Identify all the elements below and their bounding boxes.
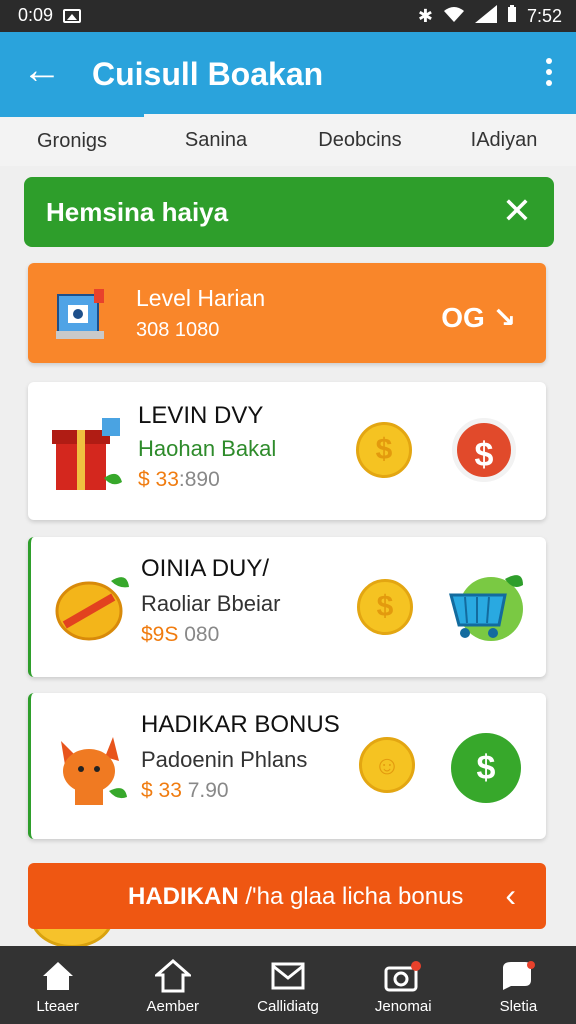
tab-iadiyan[interactable]: IAdiyan — [432, 114, 576, 166]
bonus-promo-bar[interactable]: HADIKAN /'ha glaa licha bonus ‹ — [28, 863, 546, 929]
smiley-coin-icon: ☺ — [359, 737, 415, 793]
card-heading: OINIA DUY/ — [141, 555, 270, 582]
promo-bold: HADIKAN — [128, 883, 239, 910]
coin-icon: $ — [356, 422, 412, 478]
banner-text: Hemsina haiya — [46, 197, 229, 227]
nav-item-aember[interactable]: Aember — [115, 946, 230, 1024]
price-rest: :890 — [178, 468, 220, 491]
bluetooth-icon: ✱ — [417, 6, 433, 26]
level-card[interactable]: Level Harian 308 1080 OG ↘ — [28, 263, 546, 363]
card-subtitle: Haohan Bakal — [138, 436, 277, 461]
tab-gronigs[interactable]: Gronigs — [0, 114, 144, 166]
price-rest: 7.90 — [187, 779, 229, 802]
promo-rest: /'ha glaa licha bonus — [238, 883, 464, 910]
status-time-right: 7:52 — [526, 6, 562, 26]
reward-card[interactable]: OINIA DUY/ Raoliar Bbeiar $9S 080 $ — [28, 537, 546, 677]
nav-label: Lteaer — [36, 998, 79, 1015]
heart-chat-icon — [461, 956, 576, 996]
level-title: Level Harian — [136, 285, 266, 311]
nav-item-callidiatg[interactable]: Callidiatg — [230, 946, 345, 1024]
tab-deobcins[interactable]: Deobcins — [288, 114, 432, 166]
notice-banner: Hemsina haiya ✕ — [24, 177, 554, 247]
app-bar: ← Cuisull Boakan — [0, 32, 576, 114]
reward-card[interactable]: LEVIN DVY Haohan Bakal $ 33:890 $ $ — [28, 382, 546, 520]
bottom-nav: Lteaer Aember Callidiatg Jenomai Sletia — [0, 946, 576, 1024]
page-title: Cuisull Boakan — [92, 56, 324, 92]
nav-item-jenomai[interactable]: Jenomai — [346, 946, 461, 1024]
mail-icon — [230, 956, 345, 996]
nav-item-lteaer[interactable]: Lteaer — [0, 946, 115, 1024]
shopping-cart-icon[interactable] — [443, 567, 525, 649]
coin-icon: $ — [357, 579, 413, 635]
chevron-left-icon[interactable]: ‹ — [505, 877, 516, 914]
status-time-left: 0:09 — [18, 5, 54, 25]
more-vert-icon[interactable] — [546, 58, 554, 86]
nav-label: Aember — [146, 998, 200, 1015]
level-percent: OG ↘ — [441, 302, 516, 333]
battery-icon — [507, 5, 517, 28]
camera-icon — [346, 956, 461, 996]
nav-label: Jenomai — [374, 998, 432, 1015]
card-heading: LEVIN DVY — [138, 402, 264, 429]
fruit-icon — [55, 577, 129, 641]
signal-icon — [474, 5, 497, 28]
house-icon — [115, 956, 230, 996]
image-icon — [63, 8, 82, 23]
card-price: $ 33 7.90 — [141, 779, 229, 803]
card-subtitle: Padoenin Phlans — [141, 747, 308, 772]
card-heading: HADIKAR BONUS — [141, 711, 340, 738]
price-prefix: $ 33 — [141, 779, 182, 802]
promo-text: HADIKAN /'ha glaa licha bonus — [128, 883, 463, 911]
fox-mascot-icon — [61, 737, 127, 805]
dollar-badge-icon[interactable]: $ — [451, 733, 521, 803]
dollar-badge-icon[interactable]: $ — [452, 418, 516, 482]
reward-card[interactable]: HADIKAR BONUS Padoenin Phlans $ 33 7.90 … — [28, 693, 546, 839]
gift-icon — [52, 418, 122, 490]
close-icon[interactable]: ✕ — [502, 191, 532, 231]
arrow-left-icon[interactable]: ← — [22, 50, 62, 90]
tab-sanina[interactable]: Sanina — [144, 114, 288, 166]
tab-bar: Gronigs Sanina Deobcins IAdiyan — [0, 114, 576, 166]
wifi-icon — [443, 6, 465, 27]
nav-label: Sletia — [499, 998, 538, 1015]
card-subtitle: Raoliar Bbeiar — [141, 591, 281, 616]
gift-box-icon — [56, 289, 104, 339]
card-price: $9S 080 — [141, 623, 219, 647]
price-prefix: $9S — [141, 623, 179, 646]
price-prefix: $ 33 — [138, 468, 179, 491]
price-rest: 080 — [184, 623, 220, 646]
card-price: $ 33:890 — [138, 468, 220, 492]
status-bar: 0:09 ✱ 7:52 — [0, 0, 576, 32]
home-icon — [0, 956, 115, 996]
level-value: 308 1080 — [136, 319, 220, 341]
nav-label: Callidiatg — [257, 998, 319, 1015]
nav-item-sletia[interactable]: Sletia — [461, 946, 576, 1024]
